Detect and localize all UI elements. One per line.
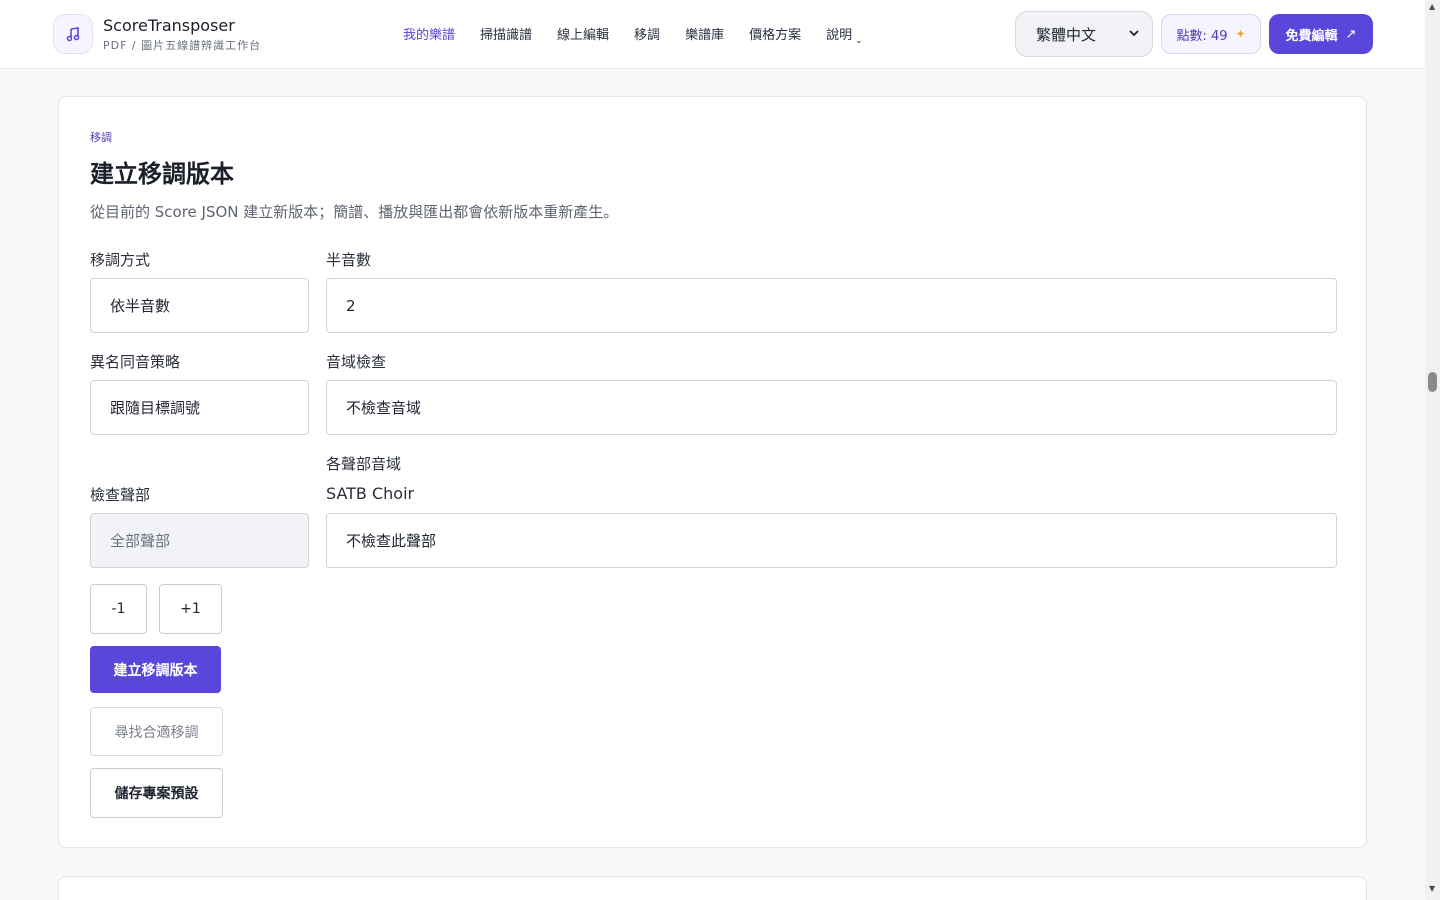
top-navigation-bar: ScoreTransposer PDF / 圖片五線譜辨識工作台 我的樂譜 掃描… [0,0,1425,69]
enharmonic-select[interactable]: 跟隨目標調號 [90,380,309,435]
nav-item-score-library[interactable]: 樂譜庫 [685,24,724,43]
part-name-label: SATB Choir [326,484,415,503]
main-nav: 我的樂譜 掃描識譜 線上編輯 移調 樂譜庫 價格方案 說明 ⌄ [403,24,888,46]
create-transposed-version-button[interactable]: 建立移調版本 [90,646,221,693]
semitones-input[interactable]: 2 [326,278,1337,333]
semitones-input-value: 2 [346,296,356,315]
next-section-card [58,876,1367,900]
find-suitable-transpose-button[interactable]: 尋找合適移調 [90,707,223,756]
credits-count: 點數: 49 [1176,28,1228,44]
language-select-value: 繁體中文 [1036,25,1097,44]
nav-item-online-editor[interactable]: 線上編輯 [557,24,609,43]
range-check-select[interactable]: 不檢查音域 [326,380,1337,435]
external-arrow-icon: ↗ [1345,26,1357,42]
brand-name[interactable]: ScoreTransposer [103,16,235,35]
minus-semitone-button[interactable]: -1 [90,584,147,634]
nav-item-scan[interactable]: 掃描識譜 [480,24,532,43]
page: ScoreTransposer PDF / 圖片五線譜辨識工作台 我的樂譜 掃描… [0,0,1425,900]
nav-item-my-scores[interactable]: 我的樂譜 [403,24,455,43]
method-label: 移調方式 [90,251,151,269]
range-check-label: 音域檢查 [326,353,387,371]
nav-item-transpose[interactable]: 移調 [634,24,660,43]
scroll-up-arrow-icon[interactable]: ▲ [1429,2,1435,11]
scrollbar-thumb[interactable] [1428,372,1437,392]
page-title: 建立移調版本 [90,160,234,188]
part-ranges-label: 各聲部音域 [326,455,402,473]
section-description: 從目前的 Score JSON 建立新版本；簡譜、播放與匯出都會依新版本重新產生… [90,203,619,221]
credits-badge[interactable]: 點數: 49 ✦ [1161,14,1261,54]
range-check-select-value: 不檢查音域 [346,399,422,417]
app-logo-icon[interactable] [53,14,93,54]
free-edit-label: 免費編輯 [1285,28,1338,44]
save-project-defaults-button[interactable]: 儲存專案預設 [90,768,223,818]
nav-item-help-label: 說明 [826,28,853,43]
chevron-down-icon [1129,30,1139,37]
plus-semitone-button[interactable]: +1 [159,584,222,634]
enharmonic-label: 異名同音策略 [90,353,181,371]
part-range-select[interactable]: 不檢查此聲部 [326,513,1337,568]
check-parts-select: 全部聲部 [90,513,309,568]
nav-item-pricing[interactable]: 價格方案 [749,24,801,43]
section-eyebrow: 移調 [90,131,112,144]
brand-tagline: PDF / 圖片五線譜辨識工作台 [103,39,262,52]
semitones-label: 半音數 [326,251,372,269]
vertical-scrollbar[interactable]: ▲ ▼ [1425,0,1440,900]
check-parts-select-value: 全部聲部 [110,532,171,550]
method-select[interactable]: 依半音數 [90,278,309,333]
check-parts-label: 檢查聲部 [90,486,151,504]
music-note-icon [66,27,80,42]
part-range-select-value: 不檢查此聲部 [346,532,437,550]
sparkle-icon: ✦ [1235,27,1246,41]
nav-item-help[interactable]: 說明 ⌄ [826,24,863,46]
free-edit-button[interactable]: 免費編輯 ↗ [1269,14,1373,54]
transpose-card: 移調 建立移調版本 從目前的 Score JSON 建立新版本；簡譜、播放與匯出… [58,96,1367,848]
enharmonic-select-value: 跟隨目標調號 [110,399,201,417]
scroll-down-arrow-icon[interactable]: ▼ [1429,884,1435,893]
language-select[interactable]: 繁體中文 [1015,11,1153,57]
method-select-value: 依半音數 [110,297,171,315]
chevron-down-icon: ⌄ [855,36,863,46]
